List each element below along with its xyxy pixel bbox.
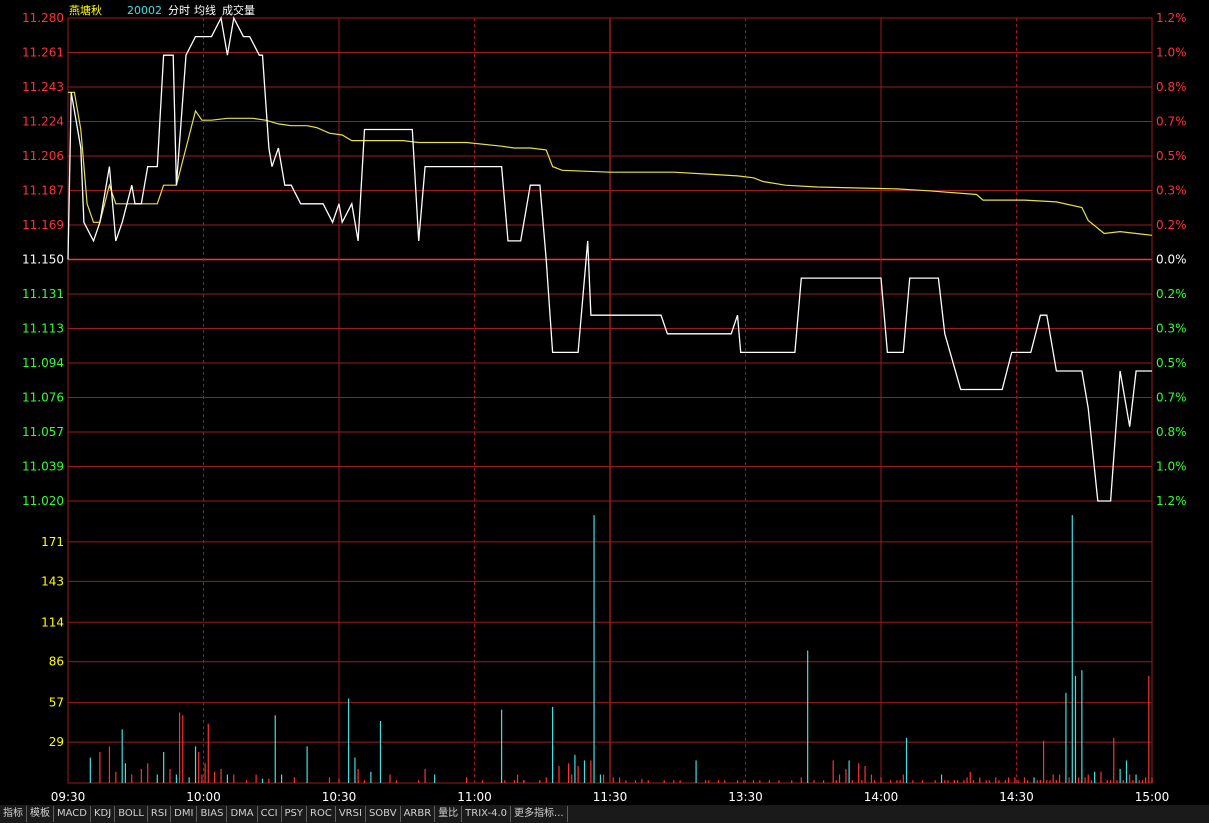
menu-fenshi[interactable]: 分时 <box>168 4 190 17</box>
percent-tick-label: 0.8% <box>1156 80 1187 94</box>
menu-chengjiaoliang[interactable]: 成交量 <box>222 3 255 17</box>
time-tick-label: 10:30 <box>322 790 357 804</box>
toolbar-item-16[interactable]: TRIX-4.0 <box>462 806 512 822</box>
toolbar-item-17[interactable]: 更多指标... <box>511 806 568 822</box>
volume-tick-label: 86 <box>49 655 64 669</box>
price-tick-label: 11.243 <box>22 80 64 94</box>
percent-tick-label: 0.2% <box>1156 218 1187 232</box>
percent-tick-label: 0.0% <box>1156 253 1187 267</box>
volume-tick-label: 57 <box>49 696 64 710</box>
percent-tick-label: 1.0% <box>1156 46 1187 60</box>
price-tick-label: 11.131 <box>22 287 64 301</box>
percent-tick-label: 0.2% <box>1156 287 1187 301</box>
time-tick-label: 10:00 <box>186 790 221 804</box>
toolbar-item-9[interactable]: CCI <box>258 806 282 822</box>
toolbar-item-6[interactable]: DMI <box>171 806 198 822</box>
price-tick-label: 11.094 <box>22 356 64 370</box>
price-tick-label: 11.150 <box>22 253 64 267</box>
percent-tick-label: 0.3% <box>1156 322 1187 336</box>
percent-tick-label: 0.5% <box>1156 356 1187 370</box>
price-tick-label: 11.113 <box>22 322 64 336</box>
price-tick-label: 11.039 <box>22 460 64 474</box>
percent-tick-label: 1.2% <box>1156 11 1187 25</box>
menu-junxian[interactable]: 均线 <box>194 3 216 17</box>
price-tick-label: 11.224 <box>22 115 64 129</box>
toolbar-item-2[interactable]: MACD <box>54 806 91 822</box>
percent-tick-label: 0.7% <box>1156 115 1187 129</box>
toolbar-item-5[interactable]: RSI <box>148 806 172 822</box>
indicator-toolbar: 指标 模板 MACD KDJ BOLL RSI DMI BIAS DMA CCI PSY ROC VRS… <box>0 805 1209 823</box>
toolbar-item-0[interactable]: 指标 <box>0 806 27 822</box>
toolbar-item-12[interactable]: VRSI <box>336 806 366 822</box>
volume-tick-label: 114 <box>41 615 64 629</box>
toolbar-item-4[interactable]: BOLL <box>115 806 148 822</box>
time-tick-label: 15:00 <box>1135 790 1170 804</box>
price-tick-label: 11.020 <box>22 494 64 508</box>
stock-name: 燕塘秋 <box>69 3 102 17</box>
percent-tick-label: 0.5% <box>1156 149 1187 163</box>
percent-tick-label: 0.7% <box>1156 391 1187 405</box>
time-tick-label: 11:00 <box>457 790 492 804</box>
time-tick-label: 11:30 <box>593 790 628 804</box>
toolbar-item-3[interactable]: KDJ <box>91 806 116 822</box>
price-tick-label: 11.169 <box>22 218 64 232</box>
toolbar-item-10[interactable]: PSY <box>282 806 308 822</box>
intraday-chart: 11.280 1.2% 11.261 1.0% 11.243 0.8% 11.224 0.7%… <box>0 0 1209 805</box>
price-tick-label: 11.057 <box>22 425 64 439</box>
time-tick-label: 14:00 <box>864 790 899 804</box>
percent-tick-label: 0.8% <box>1156 425 1187 439</box>
percent-tick-label: 1.2% <box>1156 494 1187 508</box>
volume-tick-label: 143 <box>41 574 64 588</box>
volume-tick-label: 171 <box>41 535 64 549</box>
price-tick-label: 11.261 <box>22 46 64 60</box>
price-tick-label: 11.187 <box>22 184 64 198</box>
toolbar-item-7[interactable]: BIAS <box>197 806 228 822</box>
percent-tick-label: 1.0% <box>1156 460 1187 474</box>
stock-code: 20002 <box>127 4 162 17</box>
toolbar-item-13[interactable]: SOBV <box>366 806 401 822</box>
toolbar-item-14[interactable]: ARBR <box>401 806 436 822</box>
volume-tick-label: 29 <box>49 735 64 749</box>
time-tick-label: 14:30 <box>999 790 1034 804</box>
percent-tick-label: 0.3% <box>1156 184 1187 198</box>
time-tick-label: 09:30 <box>51 790 86 804</box>
price-tick-label: 11.206 <box>22 149 64 163</box>
price-tick-label: 11.280 <box>22 11 64 25</box>
toolbar-item-8[interactable]: DMA <box>227 806 258 822</box>
toolbar-item-1[interactable]: 模板 <box>27 806 54 822</box>
toolbar-item-11[interactable]: ROC <box>307 806 336 822</box>
toolbar-item-15[interactable]: 量比 <box>435 806 463 822</box>
time-tick-label: 13:30 <box>728 790 763 804</box>
price-tick-label: 11.076 <box>22 391 64 405</box>
